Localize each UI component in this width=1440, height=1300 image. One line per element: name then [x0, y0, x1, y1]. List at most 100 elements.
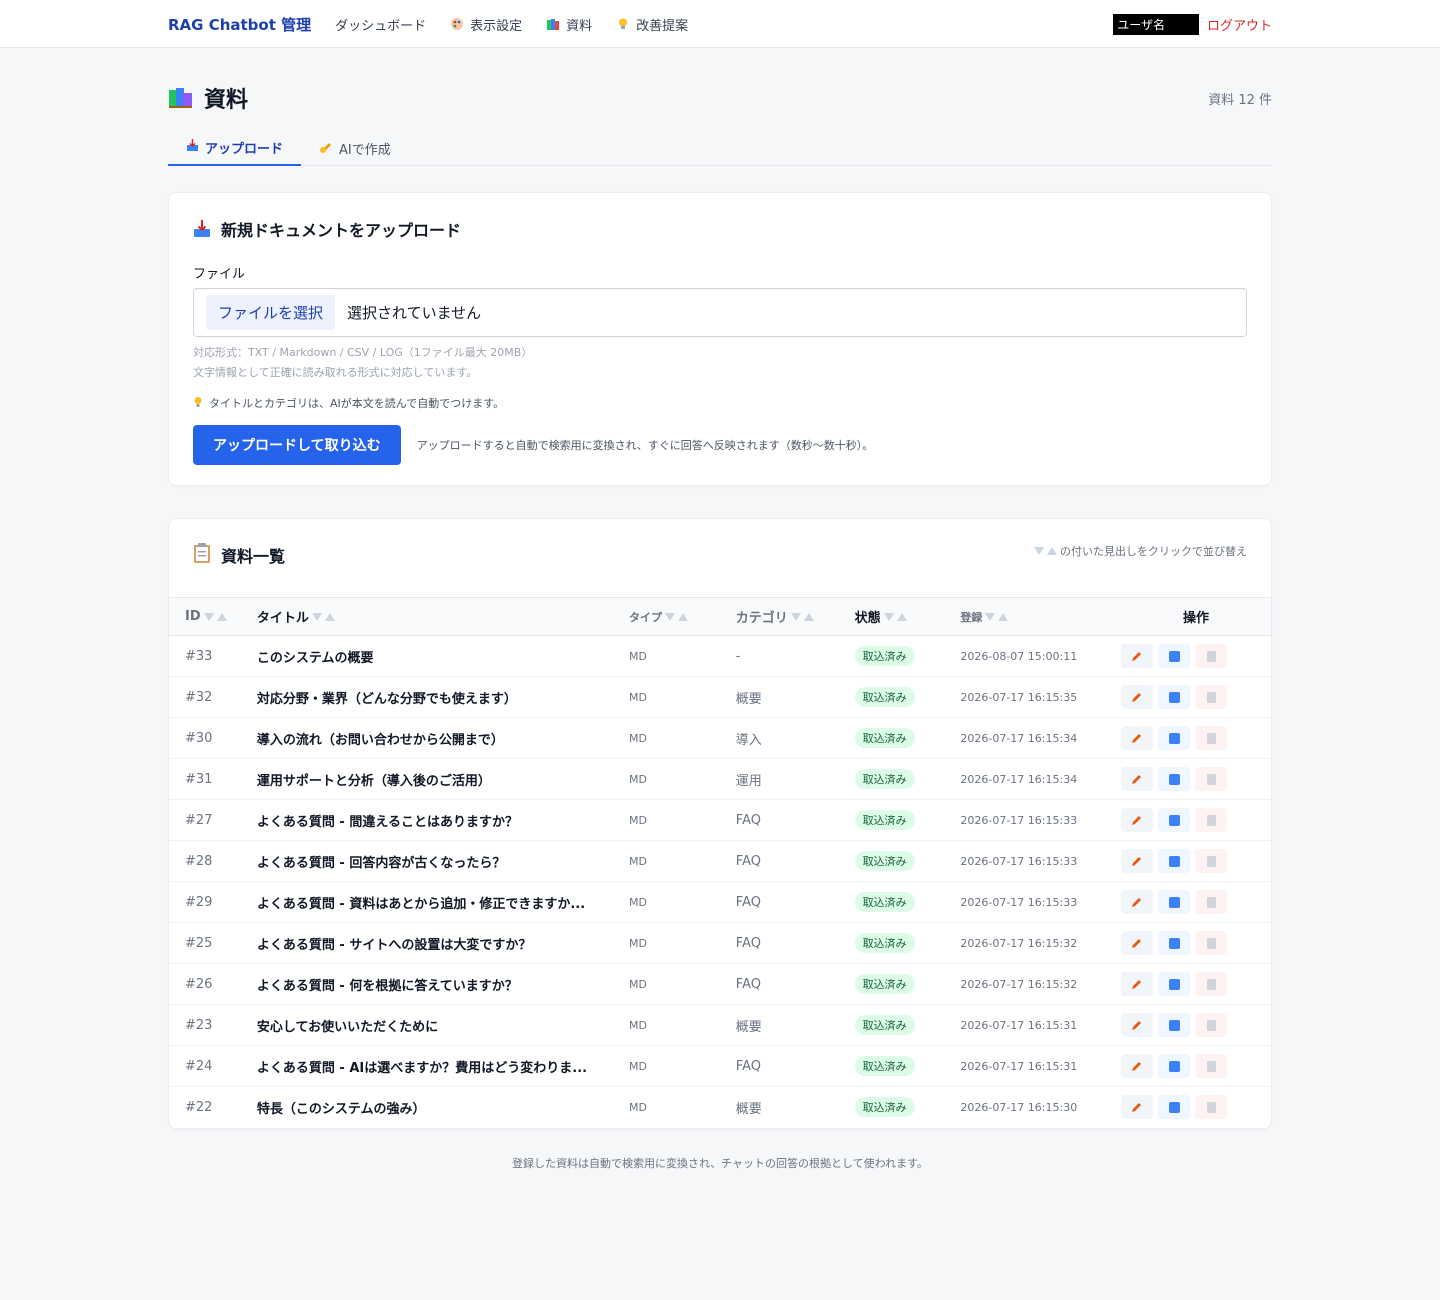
- status-badge: 取込済み: [854, 933, 915, 953]
- edit-button[interactable]: [1121, 1095, 1154, 1120]
- row-id: #32: [185, 689, 213, 705]
- row-title: 対応分野・業界（どんな分野でも使えます）: [256, 691, 517, 707]
- edit-button[interactable]: [1121, 931, 1154, 955]
- col-type[interactable]: タイプ: [629, 598, 736, 636]
- edit-button[interactable]: [1121, 1054, 1154, 1078]
- reprocess-button[interactable]: [1158, 1013, 1191, 1037]
- row-type: MD: [628, 1018, 647, 1032]
- col-type-label: タイプ: [628, 610, 662, 624]
- tab-upload-label: アップロード: [205, 141, 284, 157]
- delete-button[interactable]: [1195, 1095, 1228, 1120]
- reprocess-button[interactable]: [1158, 1054, 1191, 1078]
- edit-button[interactable]: [1121, 1013, 1154, 1037]
- reprocess-button[interactable]: [1158, 808, 1191, 832]
- trash-icon: [1206, 650, 1216, 662]
- row-category: FAQ: [735, 853, 761, 869]
- delete-button[interactable]: [1195, 685, 1228, 709]
- file-field-label: ファイル: [193, 267, 246, 282]
- reprocess-button[interactable]: [1158, 644, 1191, 668]
- row-id: #24: [185, 1058, 213, 1074]
- ai-tip-text: タイトルとカテゴリは、AIが本文を読んで自動でつけます。: [209, 397, 505, 410]
- upload-note: アップロードすると自動で検索用に変換され、すぐに回答へ反映されます（数秒〜数十秒…: [416, 439, 874, 452]
- delete-button[interactable]: [1195, 972, 1228, 996]
- row-date: 2026-07-17 16:15:30: [960, 1100, 1078, 1114]
- nav-suggestions[interactable]: 改善提案: [616, 15, 688, 34]
- col-id-label: ID: [185, 609, 201, 624]
- nav-dashboard[interactable]: ダッシュボード: [335, 15, 426, 34]
- row-date: 2026-07-17 16:15:33: [960, 895, 1078, 909]
- trash-icon: [1206, 732, 1216, 744]
- edit-button[interactable]: [1121, 890, 1154, 914]
- row-actions: [1121, 767, 1271, 791]
- delete-button[interactable]: [1195, 890, 1228, 914]
- col-category-label: カテゴリ: [735, 611, 788, 626]
- edit-button[interactable]: [1121, 972, 1154, 996]
- tab-upload[interactable]: アップロード: [168, 130, 302, 166]
- col-state[interactable]: 状態: [855, 598, 961, 636]
- col-category[interactable]: カテゴリ: [736, 598, 855, 636]
- edit-button[interactable]: [1121, 849, 1154, 873]
- edit-button[interactable]: [1121, 685, 1154, 709]
- page-title-text: 資料: [204, 88, 249, 113]
- reprocess-button[interactable]: [1158, 767, 1191, 791]
- delete-button[interactable]: [1195, 849, 1228, 873]
- table-row: #33 このシステムの概要 MD - 取込済み 2026-08-07 15:00…: [169, 636, 1271, 677]
- nav-documents[interactable]: 資料: [546, 15, 592, 34]
- trash-icon: [1206, 773, 1216, 785]
- brand-link[interactable]: RAG Chatbot 管理: [168, 14, 311, 35]
- tab-ai-create[interactable]: AIで作成: [301, 130, 409, 166]
- row-title: 導入の流れ（お問い合わせから公開まで）: [256, 732, 504, 748]
- row-date: 2026-07-17 16:15:31: [960, 1059, 1078, 1073]
- table-row: #32 対応分野・業界（どんな分野でも使えます） MD 概要 取込済み 2026…: [169, 677, 1271, 718]
- upload-submit-button[interactable]: アップロードして取り込む: [193, 425, 401, 465]
- inbox-tray-icon: [193, 220, 211, 238]
- sort-down-icon: [203, 612, 214, 621]
- edit-button[interactable]: [1121, 644, 1154, 668]
- delete-button[interactable]: [1195, 1054, 1228, 1078]
- reprocess-button[interactable]: [1158, 685, 1191, 709]
- reprocess-button[interactable]: [1158, 931, 1191, 955]
- pencil-icon: [1132, 652, 1142, 661]
- row-actions: [1121, 849, 1271, 873]
- books-icon: [546, 17, 560, 31]
- delete-button[interactable]: [1195, 644, 1228, 668]
- upload-actions: アップロードして取り込む アップロードすると自動で検索用に変換され、すぐに回答へ…: [193, 425, 1247, 465]
- row-title: よくある質問 - サイトへの設置は大変ですか？: [256, 937, 532, 953]
- row-date: 2026-07-17 16:15:32: [960, 977, 1078, 991]
- row-id: #22: [185, 1099, 213, 1115]
- edit-button[interactable]: [1121, 726, 1154, 750]
- row-category: 導入: [735, 732, 762, 748]
- reprocess-button[interactable]: [1158, 1095, 1191, 1120]
- col-id[interactable]: ID: [169, 598, 257, 636]
- reprocess-button[interactable]: [1158, 890, 1191, 914]
- row-category: 概要: [735, 1019, 762, 1035]
- reprocess-button[interactable]: [1158, 849, 1191, 873]
- reprocess-button[interactable]: [1158, 972, 1191, 996]
- delete-button[interactable]: [1195, 726, 1228, 750]
- col-date[interactable]: 登録: [960, 598, 1121, 636]
- delete-button[interactable]: [1195, 767, 1228, 791]
- edit-button[interactable]: [1121, 808, 1154, 832]
- ai-tip: タイトルとカテゴリは、AIが本文を読んで自動でつけます。: [193, 395, 1247, 411]
- table-row: #25 よくある質問 - サイトへの設置は大変ですか？ MD FAQ 取込済み …: [169, 923, 1271, 964]
- reprocess-button[interactable]: [1158, 726, 1191, 750]
- nav-display-settings-label: 表示設定: [470, 18, 523, 34]
- logout-link[interactable]: ログアウト: [1207, 15, 1272, 34]
- edit-button[interactable]: [1121, 767, 1154, 791]
- sort-up-icon: [216, 612, 227, 621]
- file-input[interactable]: ファイルを選択 選択されていません: [193, 288, 1247, 337]
- row-type: MD: [628, 854, 647, 868]
- choose-file-button[interactable]: ファイルを選択: [206, 295, 336, 330]
- col-title[interactable]: タイトル: [257, 598, 629, 636]
- page-title: 資料: [168, 82, 248, 114]
- pencil-icon: [1132, 1062, 1142, 1071]
- row-title: よくある質問 - 間違えることはありますか？: [256, 814, 518, 830]
- delete-button[interactable]: [1195, 808, 1228, 832]
- row-id: #27: [185, 812, 213, 828]
- nav-display-settings[interactable]: 表示設定: [450, 15, 522, 34]
- row-date: 2026-07-17 16:15:33: [960, 813, 1078, 827]
- delete-button[interactable]: [1195, 931, 1228, 955]
- row-category: FAQ: [735, 1058, 761, 1074]
- delete-button[interactable]: [1195, 1013, 1228, 1037]
- col-state-label: 状態: [854, 611, 881, 626]
